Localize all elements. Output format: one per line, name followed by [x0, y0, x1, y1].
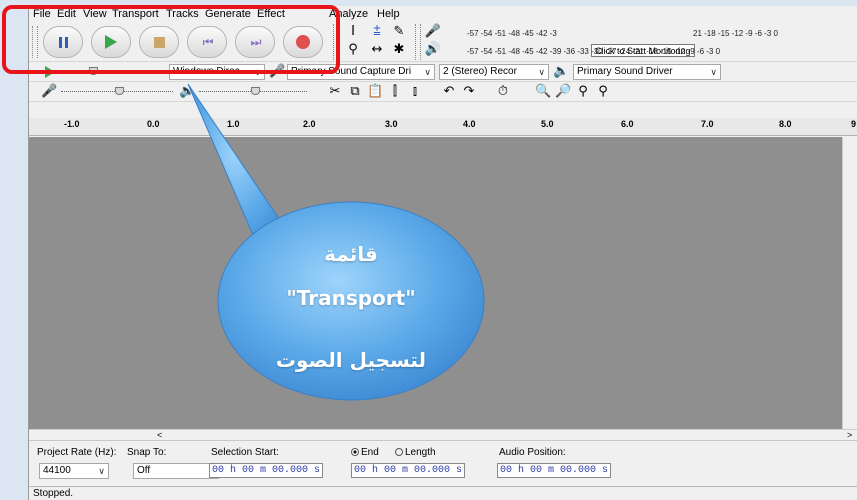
zoom-out-icon[interactable]: 🔎: [555, 84, 571, 99]
callout-text: قائمة "Transport" لتسجيل الصوت: [218, 200, 484, 400]
fit-selection-icon[interactable]: ⚲: [575, 84, 591, 99]
envelope-tool-icon[interactable]: ⩲: [369, 24, 385, 39]
vertical-scrollbar[interactable]: [842, 137, 857, 429]
scroll-left-icon[interactable]: <: [157, 430, 162, 440]
snap-to-label: Snap To:: [127, 447, 167, 458]
end-radio[interactable]: End: [351, 447, 379, 458]
selection-start-label: Selection Start:: [211, 447, 279, 458]
menu-help[interactable]: Help: [377, 8, 400, 20]
draw-tool-icon[interactable]: ✎: [391, 24, 407, 39]
playback-meter-scale[interactable]: -57 -54 -51 -48 -45 -42 -39 -36 -33 -30 …: [467, 47, 720, 56]
time-shift-tool-icon[interactable]: ↔: [369, 42, 385, 57]
project-rate-value: 44100: [43, 465, 71, 476]
audio-position-label: Audio Position:: [499, 447, 566, 458]
playback-meter-icon[interactable]: 🔊: [423, 42, 443, 57]
paste-icon[interactable]: 📋: [367, 84, 383, 99]
record-meter-icon[interactable]: 🎤: [423, 24, 443, 39]
horizontal-scrollbar[interactable]: < >: [29, 429, 857, 440]
ruler-tick: 3.0: [385, 119, 398, 129]
multi-tool-icon[interactable]: ✱: [391, 42, 407, 57]
copy-icon[interactable]: ⧉: [347, 84, 363, 99]
chevron-down-icon: ∨: [710, 67, 717, 77]
output-volume-knob[interactable]: [251, 87, 260, 95]
input-volume-icon: 🎤: [41, 84, 58, 99]
cut-icon[interactable]: ✂: [327, 84, 343, 99]
trim-icon[interactable]: ⫿: [387, 84, 403, 99]
length-label: Length: [405, 447, 436, 458]
chevron-down-icon: ∨: [424, 67, 431, 77]
ruler-tick: 1.0: [227, 119, 240, 129]
recording-channels-value: 2 (Stereo) Recor: [443, 66, 517, 77]
length-radio[interactable]: Length: [395, 447, 436, 458]
undo-icon[interactable]: ↶: [441, 84, 457, 99]
silence-icon[interactable]: ⫾: [407, 84, 423, 99]
timeline-ruler[interactable]: -1.0 0.0 1.0 2.0 3.0 4.0 5.0 6.0 7.0 8.0…: [29, 118, 857, 136]
selection-end-time[interactable]: 00 h 00 m 00.000 s: [351, 463, 466, 478]
transport-highlight-box: [2, 5, 340, 74]
length-radio-dot: [395, 448, 403, 457]
chevron-down-icon: ∨: [98, 466, 105, 476]
zoom-in-icon[interactable]: 🔍: [535, 84, 551, 99]
end-label: End: [361, 447, 379, 458]
zoom-tool-icon[interactable]: ⚲: [345, 42, 361, 57]
ruler-tick: 0.0: [147, 119, 160, 129]
sync-lock-icon[interactable]: ⏱: [495, 84, 511, 99]
ruler-tick: 6.0: [621, 119, 634, 129]
callout-line3: لتسجيل الصوت: [275, 348, 427, 372]
playback-device-value: Primary Sound Driver: [577, 66, 673, 77]
speaker-icon: 🔈: [553, 64, 570, 79]
fit-project-icon[interactable]: ⚲: [595, 84, 611, 99]
snap-to-select[interactable]: Off∨: [133, 463, 219, 479]
ruler-tick: 5.0: [541, 119, 554, 129]
snap-to-value: Off: [137, 465, 151, 476]
mixer-edit-toolbar: 🎤 🔈 ✂ ⧉ 📋 ⫿ ⫾ ↶ ↷ ⏱ 🔍 🔎 ⚲ ⚲: [29, 82, 857, 102]
recording-channels-select[interactable]: 2 (Stereo) Recor ∨: [439, 64, 549, 80]
status-bar: Stopped.: [29, 486, 857, 500]
scroll-right-icon[interactable]: >: [847, 430, 852, 440]
selection-tool-icon[interactable]: I: [345, 24, 361, 39]
ruler-tick: -1.0: [64, 119, 80, 129]
project-rate-label: Project Rate (Hz):: [37, 447, 117, 458]
input-volume-knob[interactable]: [115, 87, 124, 95]
record-meter-scale-right[interactable]: 21 -18 -15 -12 -9 -6 -3 0: [693, 29, 778, 38]
playback-device-select[interactable]: Primary Sound Driver ∨: [573, 64, 721, 80]
callout-line1: قائمة: [324, 242, 378, 266]
ruler-tick: 2.0: [303, 119, 316, 129]
selection-toolbar: Project Rate (Hz): 44100∨ Snap To: Off∨ …: [29, 440, 857, 486]
ruler-tick: 7.0: [701, 119, 714, 129]
selection-start-time[interactable]: 00 h 00 m 00.000 s: [209, 463, 324, 478]
ruler-tick: 9: [851, 119, 857, 129]
output-volume-icon: 🔈: [179, 84, 196, 99]
audio-position-time[interactable]: 00 h 00 m 00.000 s: [497, 463, 612, 478]
ruler-tick: 4.0: [463, 119, 476, 129]
meter-grip[interactable]: [415, 24, 421, 60]
redo-icon[interactable]: ↷: [461, 84, 477, 99]
end-radio-dot: [351, 448, 359, 457]
chevron-down-icon: ∨: [538, 67, 545, 77]
ruler-tick: 8.0: [779, 119, 792, 129]
callout-line2: "Transport": [286, 286, 416, 310]
project-rate-select[interactable]: 44100 ∨: [39, 463, 109, 479]
record-meter-scale[interactable]: -57 -54 -51 -48 -45 -42 -3: [467, 29, 557, 38]
